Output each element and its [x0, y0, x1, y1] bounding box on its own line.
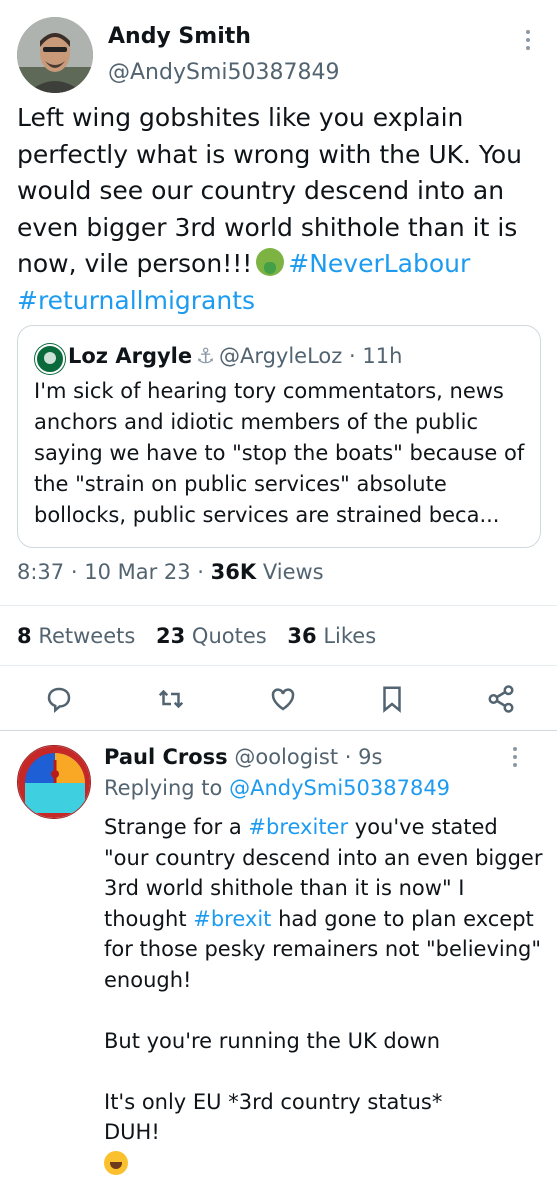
- main-author-handle[interactable]: @AndySmi50387849: [108, 60, 339, 85]
- separator-dot: ·: [342, 344, 363, 368]
- vomit-emoji: [256, 248, 285, 276]
- divider: [0, 665, 557, 666]
- likes-label: Likes: [323, 624, 377, 648]
- reply-text: Strange for a #brexiter you've stated "o…: [104, 812, 544, 1178]
- hashtag-link[interactable]: #returnallmigrants: [17, 286, 255, 315]
- retweets-stat[interactable]: 8 Retweets: [17, 624, 135, 648]
- main-author-name[interactable]: Andy Smith: [108, 24, 251, 49]
- quoted-tweet-text: I'm sick of hearing tory commentators, n…: [34, 379, 525, 527]
- views-count: 36K: [210, 560, 257, 584]
- more-vertical-icon[interactable]: [523, 30, 533, 56]
- laughing-emoji: [104, 1150, 128, 1175]
- retweets-label: Retweets: [38, 624, 136, 648]
- reply-icon[interactable]: [44, 684, 74, 714]
- views-label: Views: [262, 560, 324, 584]
- tweet-time[interactable]: 8:37: [17, 560, 64, 584]
- reply-text-part: Strange for a: [104, 815, 249, 839]
- replying-to-line: Replying to @AndySmi50387849: [104, 776, 450, 800]
- likes-count: 36: [287, 624, 317, 648]
- replying-label: Replying to: [104, 776, 223, 800]
- reply-author-name[interactable]: Paul Cross: [104, 745, 228, 769]
- reply-header: Paul Cross @oologist · 9s: [104, 745, 382, 769]
- quoted-tweet-header: Loz Argyle ⚓ @ArgyleLoz · 11h: [68, 344, 402, 368]
- quoted-author-name: Loz Argyle: [68, 344, 193, 368]
- like-icon[interactable]: [268, 684, 298, 714]
- retweet-icon[interactable]: [156, 684, 186, 714]
- quoted-author-handle: @ArgyleLoz: [218, 344, 343, 368]
- quotes-label: Quotes: [191, 624, 267, 648]
- separator-dot: ·: [338, 745, 359, 769]
- quoted-author-avatar: [35, 344, 65, 374]
- share-icon[interactable]: [486, 684, 516, 714]
- replying-to-link[interactable]: @AndySmi50387849: [229, 776, 450, 800]
- quoted-time: 11h: [362, 344, 403, 368]
- quotes-count: 23: [156, 624, 186, 648]
- tweet-date[interactable]: 10 Mar 23: [84, 560, 190, 584]
- divider: [0, 730, 557, 731]
- tweet-meta: 8:37 · 10 Mar 23 · 36K Views: [17, 560, 324, 584]
- reply-author-avatar[interactable]: [17, 745, 91, 819]
- tweet-stats: 8 Retweets 23 Quotes 36 Likes: [17, 624, 376, 648]
- quoted-tweet-card[interactable]: Loz Argyle ⚓ @ArgyleLoz · 11h I'm sick of …: [17, 325, 541, 548]
- hashtag-link[interactable]: #brexit: [193, 907, 271, 931]
- quotes-stat[interactable]: 23 Quotes: [156, 624, 267, 648]
- divider: [0, 605, 557, 606]
- hashtag-link[interactable]: #brexiter: [248, 815, 348, 839]
- hashtag-link[interactable]: #NeverLabour: [288, 249, 470, 278]
- anchor-icon: ⚓: [196, 344, 215, 368]
- reply-text-part: had gone to plan except for those pesky …: [104, 906, 542, 1145]
- reply-time: 9s: [358, 745, 383, 769]
- main-author-avatar[interactable]: [17, 17, 93, 93]
- reply-author-handle[interactable]: @oologist: [234, 745, 338, 769]
- likes-stat[interactable]: 36 Likes: [287, 624, 376, 648]
- bookmark-icon[interactable]: [377, 684, 407, 714]
- main-tweet-text: Left wing gobshites like you explain per…: [17, 100, 547, 319]
- retweets-count: 8: [17, 624, 32, 648]
- more-vertical-icon[interactable]: [510, 747, 520, 773]
